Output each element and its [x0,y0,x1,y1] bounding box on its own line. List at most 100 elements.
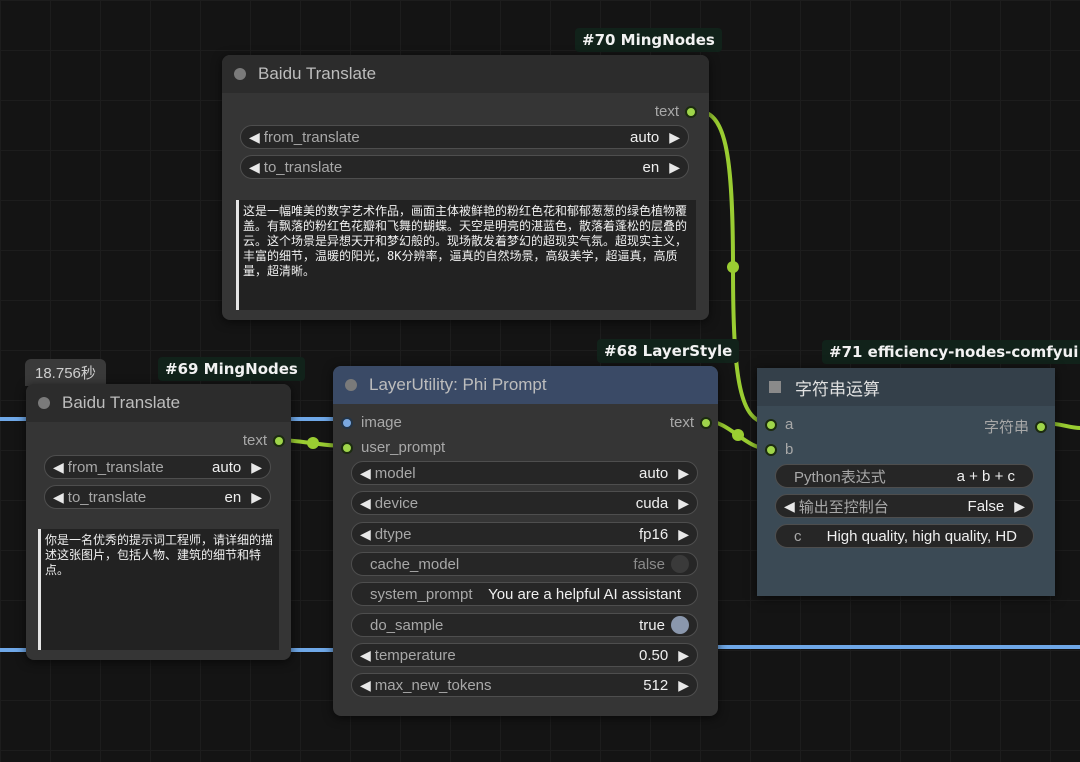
widget-label: model [374,464,416,482]
arrow-left-icon[interactable]: ◀ [249,129,260,146]
widget-label: do_sample [370,616,444,634]
widget-label: 输出至控制台 [798,498,889,516]
widget-label: c [794,527,802,545]
output-socket-icon[interactable] [685,105,697,118]
input-image-row: image [341,414,402,431]
dtype-combo[interactable]: ◀ dtype fp16 ▶ [351,522,698,546]
widget-label: dtype [374,525,412,543]
widget-value: auto [639,464,669,482]
wire-midpoint [307,437,319,449]
widget-label: to_translate [67,488,147,506]
output-text-row: text [655,103,697,120]
node-71-string-operation[interactable]: 字符串运算 a b 字符串 Python表达式 a + b + c ◀ 输出至控… [757,368,1055,596]
widget-label: system_prompt [370,585,473,603]
input-a-row: a [765,416,793,433]
output-socket-icon[interactable] [1035,420,1047,433]
input-socket-icon[interactable] [341,416,353,429]
widget-value: true [639,616,665,634]
widget-label: from_translate [263,128,360,146]
arrow-left-icon[interactable]: ◀ [249,159,260,176]
collapse-dot-icon[interactable] [345,379,357,391]
input-b-row: b [765,441,793,458]
widget-value: auto [630,128,660,146]
wire-midpoint [732,429,744,441]
arrow-right-icon[interactable]: ▶ [251,489,262,506]
arrow-right-icon[interactable]: ▶ [669,129,680,146]
output-label: text [242,432,267,449]
toggle-off-icon[interactable] [671,555,689,573]
arrow-right-icon[interactable]: ▶ [1014,498,1025,515]
python-expression-field[interactable]: Python表达式 a + b + c [775,464,1034,488]
collapse-dot-icon[interactable] [234,68,246,80]
input-socket-icon[interactable] [765,418,777,431]
collapse-dot-icon[interactable] [38,397,50,409]
c-field[interactable]: c High quality, high quality, HD [775,524,1034,548]
text-area[interactable]: 你是一名优秀的提示词工程师，请详细的描述这张图片，包括人物、建筑的细节和特点。 [38,529,279,650]
arrow-right-icon[interactable]: ▶ [251,459,262,476]
output-text-row: text [243,432,285,449]
max-new-tokens-number[interactable]: ◀ max_new_tokens 512 ▶ [351,673,698,697]
do-sample-toggle[interactable]: do_sample true [351,613,698,637]
print-to-console-combo[interactable]: ◀ 输出至控制台 False ▶ [775,494,1034,518]
input-user-prompt-row: user_prompt [341,439,445,456]
arrow-right-icon[interactable]: ▶ [669,159,680,176]
node-68-title-bar[interactable]: LayerUtility: Phi Prompt [333,366,718,404]
widget-value: You are a helpful AI assistant [488,585,681,603]
device-combo[interactable]: ◀ device cuda ▶ [351,491,698,515]
node-69-title-bar[interactable]: Baidu Translate [26,384,291,422]
node-71-badge: #71 efficiency-nodes-comfyui [822,340,1080,364]
widget-value: cuda [635,494,669,512]
arrow-left-icon[interactable]: ◀ [784,498,795,515]
widget-label: Python表达式 [794,468,886,486]
to-translate-combo[interactable]: ◀ to_translate en ▶ [240,155,689,179]
widget-value: 0.50 [639,646,669,664]
widget-label: to_translate [263,158,343,176]
input-socket-icon[interactable] [765,443,777,456]
widget-label: temperature [374,646,456,664]
widget-value: false [633,555,665,573]
input-label: user_prompt [361,439,446,456]
output-string-row: 字符串 [984,416,1047,437]
to-translate-combo[interactable]: ◀ to_translate en ▶ [44,485,271,509]
cache-model-toggle[interactable]: cache_model false [351,552,698,576]
output-label: text [669,414,694,431]
arrow-left-icon[interactable]: ◀ [53,489,64,506]
arrow-left-icon[interactable]: ◀ [360,465,371,482]
arrow-right-icon[interactable]: ▶ [678,647,689,664]
node-title: Baidu Translate [62,393,181,412]
toggle-on-icon[interactable] [671,616,689,634]
from-translate-combo[interactable]: ◀ from_translate auto ▶ [44,455,271,479]
arrow-left-icon[interactable]: ◀ [360,526,371,543]
node-71-title-bar[interactable]: 字符串运算 [757,368,1055,406]
node-69-baidu-translate[interactable]: Baidu Translate text ◀ from_translate au… [26,384,291,660]
node-title: Baidu Translate [258,64,377,83]
arrow-right-icon[interactable]: ▶ [678,677,689,694]
temperature-number[interactable]: ◀ temperature 0.50 ▶ [351,643,698,667]
arrow-left-icon[interactable]: ◀ [360,677,371,694]
collapse-square-icon[interactable] [769,381,781,393]
from-translate-combo[interactable]: ◀ from_translate auto ▶ [240,125,689,149]
text-area[interactable]: 这是一幅唯美的数字艺术作品，画面主体被鲜艳的粉红色花和郁郁葱葱的绿色植物覆盖。有… [236,200,696,310]
input-socket-icon[interactable] [341,441,353,454]
arrow-right-icon[interactable]: ▶ [678,465,689,482]
model-combo[interactable]: ◀ model auto ▶ [351,461,698,485]
wire-midpoint [727,261,739,273]
output-text-row: text [670,414,712,431]
output-socket-icon[interactable] [700,416,712,429]
arrow-left-icon[interactable]: ◀ [360,647,371,664]
widget-value: 512 [643,676,669,694]
arrow-left-icon[interactable]: ◀ [53,459,64,476]
input-label: a [785,416,794,433]
widget-value: High quality, high quality, HD [826,527,1017,545]
arrow-left-icon[interactable]: ◀ [360,495,371,512]
system-prompt-field[interactable]: system_prompt You are a helpful AI assis… [351,582,698,606]
node-70-baidu-translate[interactable]: Baidu Translate text ◀ from_translate au… [222,55,709,320]
widget-value: auto [212,458,242,476]
widget-label: max_new_tokens [374,676,492,694]
node-68-phi-prompt[interactable]: LayerUtility: Phi Prompt image user_prom… [333,366,718,716]
node-title: LayerUtility: Phi Prompt [369,375,547,394]
output-socket-icon[interactable] [273,434,285,447]
arrow-right-icon[interactable]: ▶ [678,495,689,512]
arrow-right-icon[interactable]: ▶ [678,526,689,543]
node-70-title-bar[interactable]: Baidu Translate [222,55,709,93]
